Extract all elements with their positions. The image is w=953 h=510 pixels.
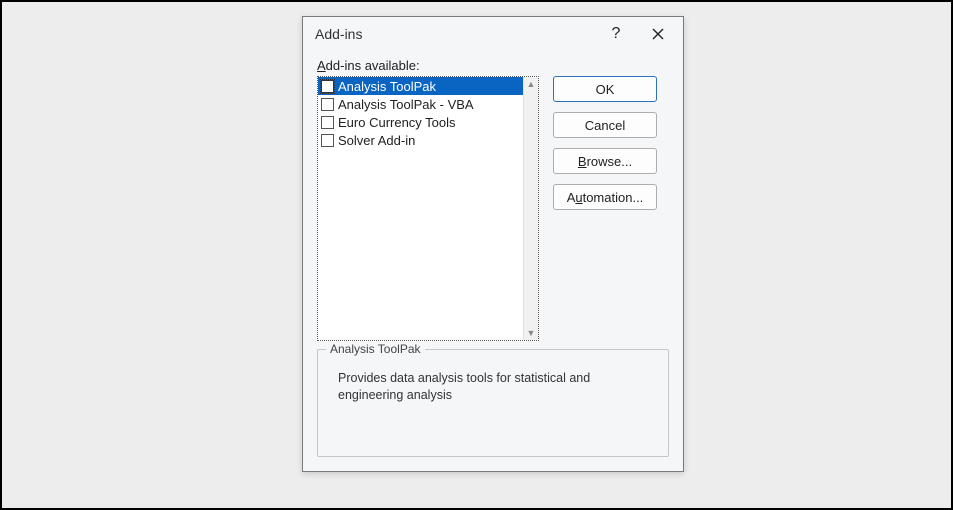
list-item-label: Euro Currency Tools [338,115,456,130]
checkbox[interactable] [321,98,334,111]
scroll-down-icon[interactable]: ▼ [527,326,536,340]
checkbox[interactable] [321,134,334,147]
available-label: Add-ins available: [317,58,669,73]
listbox-scrollbar[interactable]: ▲ ▼ [523,77,538,340]
list-item[interactable]: Analysis ToolPak [318,77,524,95]
page-background: Add-ins ? Add-ins available: Analysis To… [0,0,953,510]
close-button[interactable] [637,20,679,48]
addins-dialog: Add-ins ? Add-ins available: Analysis To… [302,16,684,472]
list-item-label: Analysis ToolPak [338,79,436,94]
listbox-inner: Analysis ToolPak Analysis ToolPak - VBA … [318,77,524,340]
description-legend: Analysis ToolPak [326,342,425,356]
browse-button[interactable]: Browse... [553,148,657,174]
list-item-label: Solver Add-in [338,133,415,148]
dialog-title: Add-ins [315,26,595,42]
scroll-up-icon[interactable]: ▲ [527,77,536,91]
list-item[interactable]: Analysis ToolPak - VBA [318,95,524,113]
description-group: Analysis ToolPak Provides data analysis … [317,349,669,457]
list-item-label: Analysis ToolPak - VBA [338,97,474,112]
dialog-body: Add-ins available: Analysis ToolPak Anal… [303,52,683,471]
main-row: Analysis ToolPak Analysis ToolPak - VBA … [317,76,669,341]
description-text: Provides data analysis tools for statist… [330,370,656,404]
list-item[interactable]: Euro Currency Tools [318,113,524,131]
addins-listbox[interactable]: Analysis ToolPak Analysis ToolPak - VBA … [317,76,539,341]
button-column: OK Cancel Browse... Automation... [553,76,657,341]
cancel-button[interactable]: Cancel [553,112,657,138]
automation-button[interactable]: Automation... [553,184,657,210]
checkbox[interactable] [321,116,334,129]
ok-button[interactable]: OK [553,76,657,102]
close-icon [652,28,664,40]
titlebar: Add-ins ? [303,17,683,52]
list-item[interactable]: Solver Add-in [318,131,524,149]
checkbox[interactable] [321,80,334,93]
help-button[interactable]: ? [595,20,637,48]
